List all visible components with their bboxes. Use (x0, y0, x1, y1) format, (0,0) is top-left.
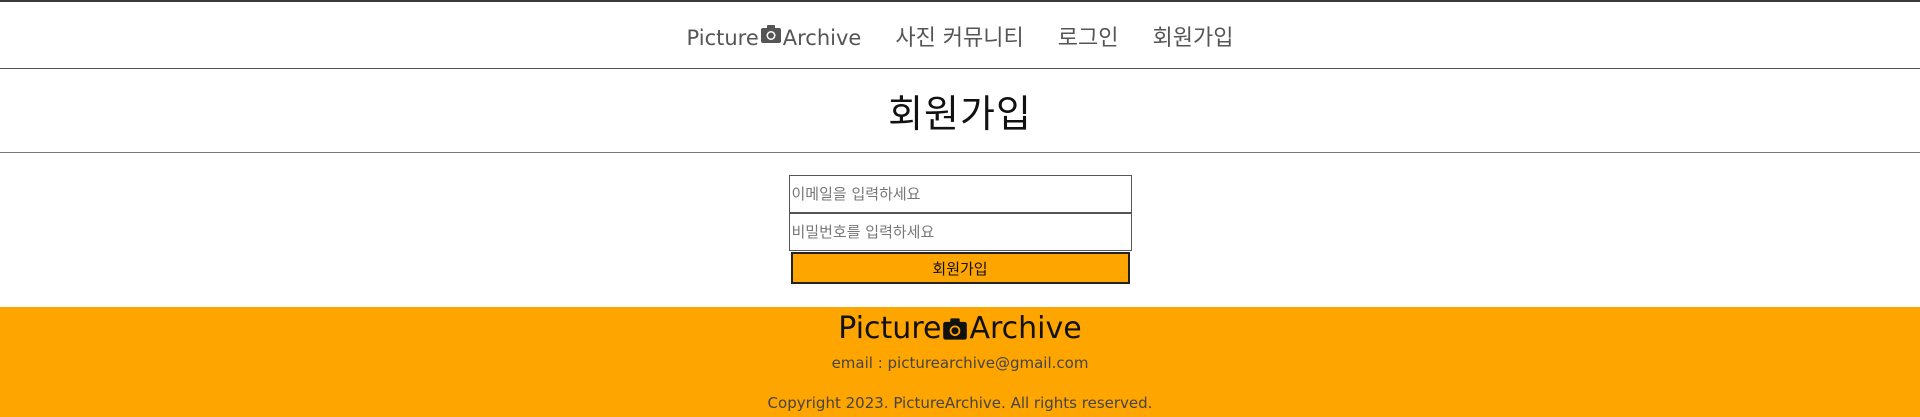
camera-icon (942, 314, 968, 340)
signup-form: 회원가입 (788, 175, 1132, 284)
logo-text-right: Archive (782, 26, 862, 50)
nav-item-signup[interactable]: 회원가입 (1153, 20, 1234, 52)
email-field[interactable] (788, 175, 1132, 213)
site-logo[interactable]: Picture Archive (686, 24, 862, 50)
footer-logo: Picture Archive (838, 311, 1081, 346)
footer-logo-text-left: Picture (838, 311, 942, 346)
footer-email: email : picturearchive@gmail.com (831, 354, 1089, 372)
footer-logo-text-right: Archive (969, 311, 1082, 346)
signup-button[interactable]: 회원가입 (790, 252, 1130, 284)
page-title: 회원가입 (888, 92, 1032, 136)
password-field[interactable] (788, 213, 1132, 251)
logo-text-left: Picture (686, 26, 759, 50)
title-section: 회원가입 (0, 69, 1920, 153)
nav-item-login[interactable]: 로그인 (1058, 20, 1119, 52)
main-nav: Picture Archive 사진 커뮤니티 로그인 회원가입 (0, 2, 1920, 69)
camera-icon (760, 24, 782, 44)
nav-item-photo-community[interactable]: 사진 커뮤니티 (895, 20, 1023, 52)
footer-copyright: Copyright 2023. PictureArchive. All righ… (767, 394, 1153, 412)
footer: Picture Archive email : picturearchive@g… (0, 307, 1920, 417)
